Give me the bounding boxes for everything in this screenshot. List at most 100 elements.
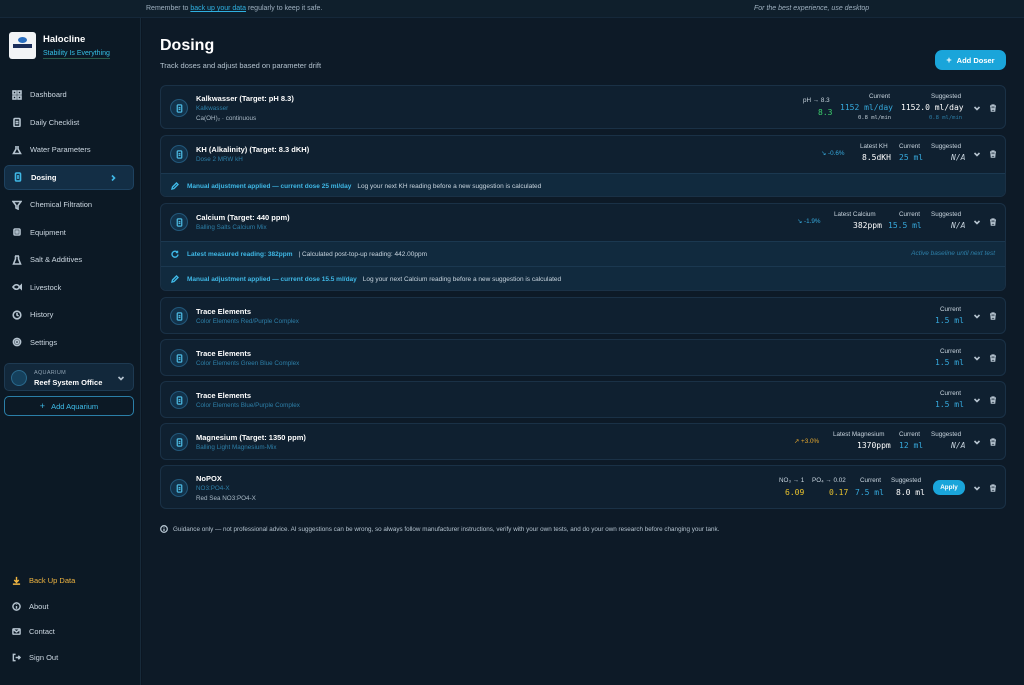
- sidebar-item-salt-additives[interactable]: Salt & Additives: [4, 247, 134, 272]
- doser-icon: [170, 307, 188, 325]
- doser-method: Ca(OH)₂ · continuous: [196, 115, 257, 122]
- chevron-down-icon[interactable]: [973, 150, 981, 158]
- doser-card-kalkwasser[interactable]: Kalkwasser (Target: pH 8.3) Kalkwasser C…: [160, 85, 1006, 129]
- doser-product: NO3:PO4-X: [196, 485, 230, 492]
- sidebar-item-settings[interactable]: Settings: [4, 330, 134, 355]
- sidebar-nav: Dashboard Daily Checklist Water Paramete…: [4, 82, 134, 357]
- backup-link[interactable]: back up your data: [190, 5, 246, 12]
- sidebar-item-chemical-filtration[interactable]: Chemical Filtration: [4, 192, 134, 217]
- chevron-down-icon[interactable]: [973, 354, 981, 362]
- doser-card-kh[interactable]: KH (Alkalinity) (Target: 8.3 dKH) Dose 2…: [160, 135, 1006, 197]
- trash-icon[interactable]: [989, 484, 997, 492]
- trend-indicator: ↗ +3.0%: [794, 438, 820, 445]
- brand-name: Halocline: [43, 34, 86, 45]
- sidebar-item-label: Equipment: [30, 227, 66, 237]
- latest-calcium-value: 382ppm: [853, 221, 882, 230]
- logo-icon: [9, 32, 36, 59]
- add-aquarium-button[interactable]: + Add Aquarium: [4, 396, 134, 416]
- contact-label: Contact: [29, 627, 55, 637]
- no3-value: 6.09: [785, 488, 805, 497]
- chevron-down-icon[interactable]: [973, 484, 981, 492]
- suggested-rate: 0.8 ml/min: [929, 115, 963, 121]
- doser-icon: [170, 349, 188, 367]
- beaker-icon: [12, 254, 22, 265]
- trash-icon[interactable]: [989, 354, 997, 362]
- sidebar-item-history[interactable]: History: [4, 302, 134, 327]
- top-banner: Remember to back up your data regularly …: [0, 0, 1024, 18]
- brand-tagline: Stability Is Everything: [43, 50, 110, 59]
- add-doser-button[interactable]: + Add Doser: [935, 50, 1006, 70]
- notice-highlight: Latest measured reading: 382ppm: [187, 250, 293, 258]
- trash-icon[interactable]: [989, 104, 997, 112]
- chevron-down-icon[interactable]: [973, 312, 981, 320]
- aquarium-name: Reef System Office: [34, 378, 103, 387]
- doser-name: Trace Elements: [196, 391, 252, 400]
- fish-icon: [12, 283, 22, 291]
- info-icon: [12, 601, 21, 611]
- current-dose: 15.5 ml: [888, 221, 922, 230]
- sidebar-item-dashboard[interactable]: Dashboard: [4, 82, 134, 107]
- trash-icon[interactable]: [989, 218, 997, 226]
- disclaimer-text: Guidance only — not professional advice.…: [173, 525, 720, 533]
- about-label: About: [29, 601, 49, 611]
- info-icon: [160, 525, 168, 533]
- chevron-down-icon: [117, 376, 125, 381]
- clipboard-icon: [13, 117, 21, 127]
- history-icon: [12, 309, 22, 320]
- current-dose: 7.5 ml: [855, 488, 884, 497]
- doser-name: Trace Elements: [196, 349, 252, 358]
- sidebar-item-water-parameters[interactable]: Water Parameters: [4, 137, 134, 162]
- sidebar-item-label: History: [30, 310, 54, 319]
- doser-product: Balling Salts Calcium Mix: [196, 224, 267, 231]
- page-title: Dosing: [160, 37, 215, 54]
- trash-icon[interactable]: [989, 396, 997, 404]
- po4-target-label: PO₄ → 0.02: [812, 477, 846, 484]
- notice-highlight: Manual adjustment applied — current dose…: [187, 275, 357, 283]
- trend-indicator: ↘ -0.6%: [821, 150, 845, 157]
- doser-card-calcium[interactable]: Calcium (Target: 440 ppm) Balling Salts …: [160, 203, 1006, 291]
- notice-text: Log your next Calcium reading before a n…: [362, 275, 562, 283]
- chevron-down-icon[interactable]: [973, 104, 981, 112]
- doser-name: KH (Alkalinity) (Target: 8.3 dKH): [196, 145, 310, 154]
- sidebar-item-equipment[interactable]: Equipment: [4, 220, 134, 245]
- trash-icon[interactable]: [989, 438, 997, 446]
- sidebar-item-label: Dashboard: [30, 90, 67, 99]
- doser-icon: [170, 145, 188, 163]
- chip-icon: [13, 228, 21, 236]
- sidebar-item-dosing[interactable]: Dosing: [4, 164, 134, 190]
- aquarium-selector[interactable]: AQUARIUM Reef System Office: [4, 363, 134, 391]
- chevron-down-icon[interactable]: [973, 218, 981, 226]
- sign-out-button[interactable]: Sign Out: [4, 645, 134, 671]
- suggested-label: Suggested: [891, 477, 922, 484]
- current-label: Current: [869, 93, 890, 100]
- ph-target-label: pH → 8.3: [803, 97, 830, 104]
- suggested-label: Suggested: [931, 211, 962, 218]
- chevron-down-icon[interactable]: [973, 396, 981, 404]
- doser-card-trace-elements-red[interactable]: Trace Elements Color Elements Red/Purple…: [160, 297, 1006, 334]
- banner-text: Remember to: [146, 5, 191, 12]
- current-dose: 1.5 ml: [935, 358, 964, 367]
- sidebar-item-livestock[interactable]: Livestock: [4, 275, 134, 300]
- grid-icon: [12, 89, 22, 100]
- current-dose: 12 ml: [899, 441, 924, 450]
- back-up-data-button[interactable]: Back Up Data: [4, 568, 134, 594]
- apply-button[interactable]: Apply: [933, 480, 965, 495]
- trash-icon[interactable]: [989, 312, 997, 320]
- sidebar-item-label: Salt & Additives: [30, 255, 83, 264]
- trend-indicator: ↘ -1.9%: [797, 218, 821, 225]
- contact-link[interactable]: Contact: [4, 619, 134, 645]
- sidebar-item-label: Dosing: [31, 172, 57, 182]
- chevron-down-icon[interactable]: [973, 438, 981, 446]
- doser-card-nopox[interactable]: NoPOX NO3:PO4-X Red Sea NO3:PO4-X NO₃ → …: [160, 465, 1006, 509]
- doser-icon: [170, 433, 188, 451]
- current-dose: 1.5 ml: [935, 400, 964, 409]
- aquarium-label: AQUARIUM: [34, 370, 67, 376]
- current-label: Current: [940, 348, 961, 355]
- doser-card-trace-elements-green[interactable]: Trace Elements Color Elements Green Blue…: [160, 339, 1006, 376]
- about-link[interactable]: About: [4, 594, 134, 620]
- doser-card-magnesium[interactable]: Magnesium (Target: 1350 ppm) Balling Lig…: [160, 423, 1006, 460]
- trash-icon[interactable]: [989, 150, 997, 158]
- sidebar-item-daily-checklist[interactable]: Daily Checklist: [4, 110, 134, 135]
- doser-card-trace-elements-blue[interactable]: Trace Elements Color Elements Blue/Purpl…: [160, 381, 1006, 418]
- doser-name: Magnesium (Target: 1350 ppm): [196, 433, 306, 442]
